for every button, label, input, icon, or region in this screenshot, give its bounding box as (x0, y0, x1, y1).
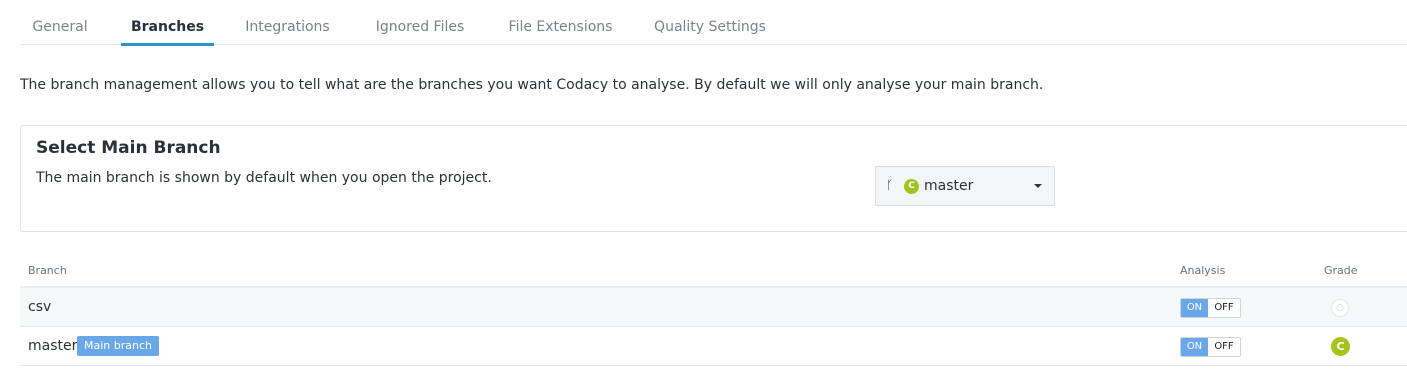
intro-text: The branch management allows you to tell… (20, 77, 1044, 93)
table-row: csv ON OFF ○ (20, 288, 1407, 327)
branch-name: csv (28, 299, 52, 315)
toggle-off-option[interactable]: OFF (1208, 299, 1240, 317)
settings-tabs: General Branches Integrations Ignored Fi… (20, 0, 1407, 46)
toggle-off-option[interactable]: OFF (1208, 338, 1240, 356)
grade-badge: C (904, 179, 919, 194)
tab-quality-settings[interactable]: Quality Settings (653, 0, 767, 44)
caret-down-icon (1034, 184, 1042, 188)
grade-badge: C (1331, 337, 1350, 356)
tab-file-extensions[interactable]: File Extensions (505, 0, 616, 44)
panel-title: Select Main Branch (36, 138, 221, 158)
toggle-on-option[interactable]: ON (1181, 299, 1208, 317)
main-branch-select[interactable]: ᚴ C master (875, 166, 1055, 206)
selected-branch-value: master (924, 178, 974, 194)
tab-branches[interactable]: Branches (121, 0, 214, 46)
tab-integrations[interactable]: Integrations (242, 0, 333, 44)
analysis-toggle[interactable]: ON OFF (1180, 337, 1241, 357)
main-branch-badge: Main branch (77, 336, 159, 356)
grade-pending-icon: ○ (1331, 299, 1349, 317)
tab-ignored-files[interactable]: Ignored Files (370, 0, 470, 44)
column-header-branch: Branch (28, 264, 67, 277)
table-row: master Main branch ON OFF C (20, 327, 1407, 366)
panel-description: The main branch is shown by default when… (36, 170, 492, 186)
column-header-analysis: Analysis (1180, 264, 1226, 277)
toggle-on-option[interactable]: ON (1181, 338, 1208, 356)
code-branch-icon: ᚴ (886, 178, 894, 192)
tab-general[interactable]: General (20, 0, 100, 44)
main-branch-panel: Select Main Branch The main branch is sh… (20, 125, 1407, 232)
branch-name: master (28, 338, 78, 354)
analysis-toggle[interactable]: ON OFF (1180, 298, 1241, 318)
column-header-grade: Grade (1324, 264, 1358, 277)
